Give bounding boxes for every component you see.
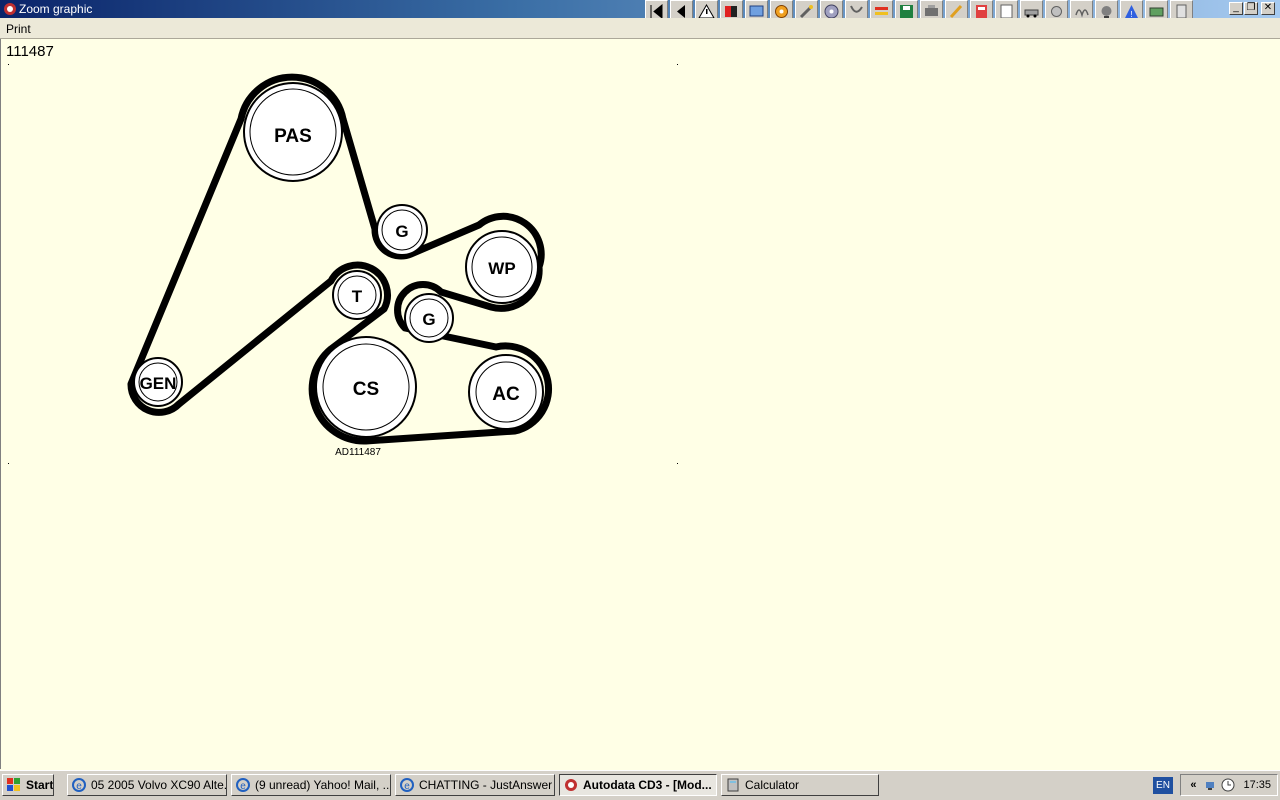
task-autodata[interactable]: Autodata CD3 - [Mod... bbox=[559, 774, 717, 796]
menu-print[interactable]: Print bbox=[6, 22, 31, 36]
svg-text:e: e bbox=[76, 781, 82, 792]
pulley-g1: G bbox=[376, 204, 428, 256]
graphic-area: 111487 PAS G WP T G GEN CS AC AD111487 bbox=[0, 39, 1280, 769]
ie-icon: e bbox=[236, 778, 250, 792]
pulley-label-g1: G bbox=[395, 222, 408, 241]
pulley-label-pas: PAS bbox=[274, 126, 312, 147]
windows-logo-icon bbox=[7, 778, 20, 791]
app-icon bbox=[4, 3, 16, 15]
task-label: CHATTING - JustAnswer ... bbox=[419, 778, 555, 792]
tray-expand-icon[interactable]: « bbox=[1190, 779, 1196, 791]
start-label: Start bbox=[26, 778, 54, 792]
pulley-label-cs: CS bbox=[353, 379, 379, 400]
menu-bar: Print bbox=[0, 18, 1280, 39]
language-indicator[interactable]: EN bbox=[1153, 777, 1173, 794]
task-yahoo[interactable]: e (9 unread) Yahoo! Mail, ... bbox=[231, 774, 391, 796]
pulley-pas: PAS bbox=[243, 82, 343, 182]
taskbar: Start e 05 2005 Volvo XC90 Alte... e (9 … bbox=[0, 770, 1280, 800]
close-button[interactable]: ✕ bbox=[1261, 2, 1275, 15]
pulley-g2: G bbox=[404, 293, 454, 343]
minimize-button[interactable]: _ bbox=[1229, 2, 1243, 15]
pulley-label-t: T bbox=[352, 287, 363, 306]
system-tray: « 17:35 bbox=[1180, 774, 1278, 796]
pulley-label-wp: WP bbox=[488, 259, 515, 278]
pulley-label-g2: G bbox=[422, 310, 435, 329]
task-label: 05 2005 Volvo XC90 Alte... bbox=[91, 778, 227, 792]
clock[interactable]: 17:35 bbox=[1243, 779, 1271, 791]
ie-icon: e bbox=[72, 778, 86, 792]
autodata-icon bbox=[565, 779, 577, 791]
ie-icon: e bbox=[400, 778, 414, 792]
task-calculator[interactable]: Calculator bbox=[721, 774, 879, 796]
task-volvo[interactable]: e 05 2005 Volvo XC90 Alte... bbox=[67, 774, 227, 796]
pulley-t: T bbox=[332, 270, 382, 320]
pulley-wp: WP bbox=[465, 230, 539, 304]
diagram-caption: AD111487 bbox=[335, 447, 381, 458]
pulley-label-ac: AC bbox=[492, 384, 520, 405]
network-icon[interactable] bbox=[1204, 778, 1218, 792]
task-justanswer[interactable]: e CHATTING - JustAnswer ... bbox=[395, 774, 555, 796]
svg-text:e: e bbox=[240, 781, 246, 792]
calculator-icon bbox=[727, 778, 739, 792]
task-label: (9 unread) Yahoo! Mail, ... bbox=[255, 778, 391, 792]
window-title: Zoom graphic bbox=[19, 2, 93, 16]
start-button[interactable]: Start bbox=[2, 774, 54, 796]
pulley-label-gen: GEN bbox=[140, 374, 177, 393]
pulley-ac: AC bbox=[468, 354, 544, 430]
task-label: Autodata CD3 - [Mod... bbox=[583, 778, 712, 792]
task-label: Calculator bbox=[745, 778, 800, 792]
clock-icon[interactable] bbox=[1221, 778, 1235, 792]
svg-text:e: e bbox=[404, 781, 410, 792]
pulley-cs: CS bbox=[315, 336, 417, 438]
pulley-gen: GEN bbox=[133, 357, 183, 407]
belt-routing-diagram: PAS G WP T G GEN CS AC AD111487 bbox=[127, 73, 553, 458]
restore-button[interactable]: ❐ bbox=[1244, 2, 1258, 15]
